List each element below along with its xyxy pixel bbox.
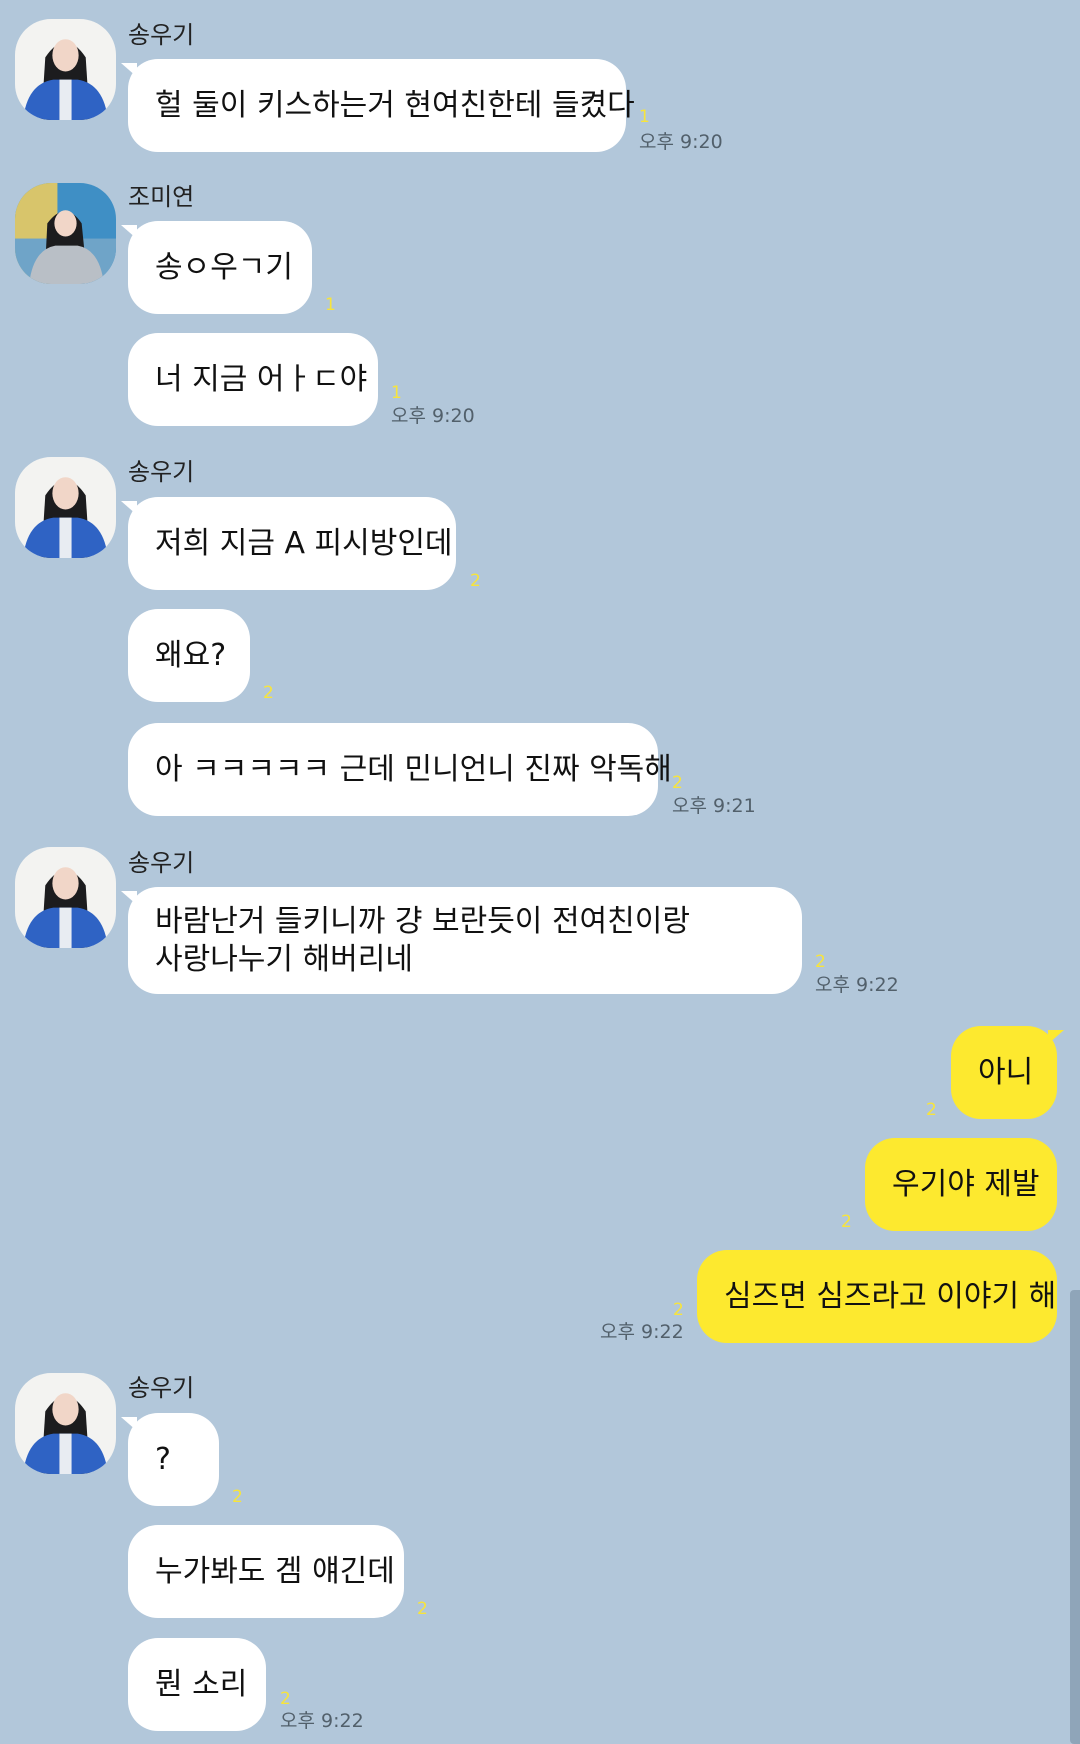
unread-count: 2 [417,1599,428,1619]
message-text: 누가봐도 겜 얘긴데 [155,1553,395,1589]
sender-name: 송우기 [128,21,195,49]
sender-name: 송우기 [128,849,195,877]
message-text-line2: 사랑나누기 해버리네 [155,941,413,977]
message-text: 아 ㅋㅋㅋㅋㅋ 근데 민니언니 진짜 악독해 [155,751,672,787]
unread-count: 2 [280,1689,291,1709]
unread-count: 2 [232,1487,243,1507]
message-bubble[interactable]: 바람난거 들키니까 걍 보란듯이 전여친이랑 사랑나누기 해버리네 [121,887,802,994]
message-time: 오후 9:22 [815,974,899,996]
message-bubble[interactable]: 저희 지금 A 피시방인데 [121,497,456,590]
profile-photo-icon [15,19,116,120]
message-bubble[interactable]: 너 지금 어ㅏㄷ야 [128,333,378,426]
avatar-songwoogi[interactable] [15,19,116,120]
avatar-songwoogi[interactable] [15,457,116,558]
my-message-bubble[interactable]: 우기야 제발 [865,1138,1057,1231]
avatar-songwoogi[interactable] [15,1373,116,1474]
unread-count: 2 [263,683,274,703]
scrollbar[interactable] [1070,1290,1080,1744]
unread-count: 2 [841,1212,852,1232]
my-message-bubble[interactable]: 아니 [951,1026,1064,1119]
profile-photo-icon [15,183,116,284]
avatar-jomiyeon[interactable] [15,183,116,284]
message-text: 심즈면 심즈라고 이야기 해 [724,1278,1057,1314]
message-text: 왜요? [155,637,227,673]
message-text: 헐 둘이 키스하는거 현여친한테 들켰다 [155,87,635,123]
sender-name: 조미연 [128,183,195,211]
unread-count: 2 [673,1300,684,1320]
unread-count: 2 [815,952,826,972]
message-bubble[interactable]: 누가봐도 겜 얘긴데 [128,1525,404,1618]
unread-count: 2 [672,773,683,793]
unread-count: 2 [926,1100,937,1120]
message-text: 저희 지금 A 피시방인데 [155,525,453,561]
message-text: 아니 [978,1054,1034,1090]
message-bubble[interactable]: 왜요? [128,609,250,702]
profile-photo-icon [15,1373,116,1474]
message-time: 오후 9:22 [280,1710,364,1732]
message-time: 오후 9:20 [391,405,475,427]
message-text: ? [155,1441,171,1477]
message-bubble[interactable]: ? [121,1413,219,1506]
message-text: 뭔 소리 [155,1666,248,1702]
avatar-songwoogi[interactable] [15,847,116,948]
message-time: 오후 9:22 [600,1321,684,1343]
message-text: 우기야 제발 [892,1166,1040,1202]
message-bubble[interactable]: 송ㅇ우ㄱ기 [121,221,312,314]
profile-photo-icon [15,457,116,558]
unread-count: 1 [639,107,650,127]
unread-count: 2 [470,571,481,591]
message-bubble[interactable]: 헐 둘이 키스하는거 현여친한테 들켰다 [121,59,635,152]
message-text: 송ㅇ우ㄱ기 [155,249,293,285]
message-time: 오후 9:21 [672,795,756,817]
my-message-bubble[interactable]: 심즈면 심즈라고 이야기 해 [697,1250,1057,1343]
message-text-line1: 바람난거 들키니까 걍 보란듯이 전여친이랑 [155,903,690,939]
message-bubble[interactable]: 아 ㅋㅋㅋㅋㅋ 근데 민니언니 진짜 악독해 [128,723,672,816]
profile-photo-icon [15,847,116,948]
message-text: 너 지금 어ㅏㄷ야 [155,361,368,397]
message-time: 오후 9:20 [639,131,723,153]
sender-name: 송우기 [128,458,195,486]
sender-name: 송우기 [128,1374,195,1402]
unread-count: 1 [325,295,336,315]
unread-count: 1 [391,383,402,403]
message-bubble[interactable]: 뭔 소리 [128,1638,266,1731]
